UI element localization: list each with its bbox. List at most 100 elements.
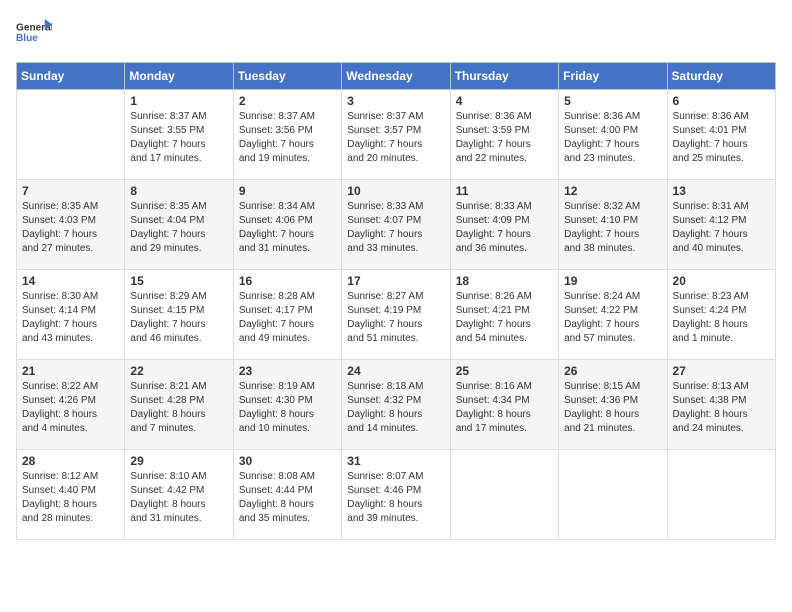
calendar-cell: [559, 450, 667, 540]
calendar-cell: 14 Sunrise: 8:30 AMSunset: 4:14 PMDayligh…: [17, 270, 125, 360]
day-number: 29: [130, 454, 227, 468]
calendar-cell: 2 Sunrise: 8:37 AMSunset: 3:56 PMDaylight…: [233, 90, 341, 180]
calendar-cell: 5Sunrise: 8:36 AMSunset: 4:00 PMDaylight…: [559, 90, 667, 180]
day-number: 3: [347, 94, 444, 108]
calendar-cell: 4 Sunrise: 8:36 AMSunset: 3:59 PMDaylight…: [450, 90, 558, 180]
day-info: Sunrise: 8:19 AMSunset: 4:30 PMDaylight:…: [239, 380, 336, 436]
day-info: Sunrise: 8:24 AMSunset: 4:22 PMDaylight:…: [564, 290, 661, 346]
day-info: Sunrise: 8:29 AMSunset: 4:15 PMDaylight:…: [130, 290, 227, 346]
calendar-cell: 10 Sunrise: 8:33 AMSunset: 4:07 PMDayligh…: [342, 180, 450, 270]
calendar-cell: 3 Sunrise: 8:37 AMSunset: 3:57 PMDaylight…: [342, 90, 450, 180]
calendar-cell: 15 Sunrise: 8:29 AMSunset: 4:15 PMDayligh…: [125, 270, 233, 360]
day-info: Sunrise: 8:31 AMSunset: 4:12 PMDaylight:…: [673, 200, 770, 256]
day-header-saturday: Saturday: [667, 63, 775, 90]
day-number: 25: [456, 364, 553, 378]
day-header-friday: Friday: [559, 63, 667, 90]
day-info: Sunrise: 8:13 AMSunset: 4:38 PMDaylight:…: [673, 380, 770, 436]
calendar-cell: 30 Sunrise: 8:08 AMSunset: 4:44 PMDayligh…: [233, 450, 341, 540]
calendar-cell: 24 Sunrise: 8:18 AMSunset: 4:32 PMDayligh…: [342, 360, 450, 450]
day-header-tuesday: Tuesday: [233, 63, 341, 90]
calendar-cell: 9 Sunrise: 8:34 AMSunset: 4:06 PMDaylight…: [233, 180, 341, 270]
day-info: Sunrise: 8:10 AMSunset: 4:42 PMDaylight:…: [130, 470, 227, 526]
day-number: 30: [239, 454, 336, 468]
calendar-cell: 16 Sunrise: 8:28 AMSunset: 4:17 PMDayligh…: [233, 270, 341, 360]
calendar-cell: 12Sunrise: 8:32 AMSunset: 4:10 PMDayligh…: [559, 180, 667, 270]
calendar-cell: 11 Sunrise: 8:33 AMSunset: 4:09 PMDayligh…: [450, 180, 558, 270]
day-number: 11: [456, 184, 553, 198]
day-info: Sunrise: 8:18 AMSunset: 4:32 PMDaylight:…: [347, 380, 444, 436]
day-number: 4: [456, 94, 553, 108]
day-number: 2: [239, 94, 336, 108]
calendar-cell: 28 Sunrise: 8:12 AMSunset: 4:40 PMDayligh…: [17, 450, 125, 540]
day-number: 16: [239, 274, 336, 288]
day-number: 9: [239, 184, 336, 198]
logo: General Blue: [16, 16, 52, 52]
day-header-wednesday: Wednesday: [342, 63, 450, 90]
day-info: Sunrise: 8:35 AMSunset: 4:03 PMDaylight:…: [22, 200, 119, 256]
day-number: 15: [130, 274, 227, 288]
day-number: 31: [347, 454, 444, 468]
day-number: 21: [22, 364, 119, 378]
day-number: 8: [130, 184, 227, 198]
calendar-cell: [450, 450, 558, 540]
day-number: 19: [564, 274, 661, 288]
day-header-sunday: Sunday: [17, 63, 125, 90]
day-header-monday: Monday: [125, 63, 233, 90]
day-number: 20: [673, 274, 770, 288]
day-number: 14: [22, 274, 119, 288]
day-number: 1: [130, 94, 227, 108]
day-info: Sunrise: 8:37 AMSunset: 3:57 PMDaylight:…: [347, 110, 444, 166]
calendar-cell: [17, 90, 125, 180]
calendar-week-4: 21Sunrise: 8:22 AMSunset: 4:26 PMDayligh…: [17, 360, 776, 450]
calendar-cell: 22 Sunrise: 8:21 AMSunset: 4:28 PMDayligh…: [125, 360, 233, 450]
day-info: Sunrise: 8:21 AMSunset: 4:28 PMDaylight:…: [130, 380, 227, 436]
day-number: 26: [564, 364, 661, 378]
calendar-week-5: 28 Sunrise: 8:12 AMSunset: 4:40 PMDayligh…: [17, 450, 776, 540]
calendar-cell: 19 Sunrise: 8:24 AMSunset: 4:22 PMDayligh…: [559, 270, 667, 360]
day-info: Sunrise: 8:15 AMSunset: 4:36 PMDaylight:…: [564, 380, 661, 436]
day-number: 18: [456, 274, 553, 288]
day-number: 10: [347, 184, 444, 198]
day-info: Sunrise: 8:16 AMSunset: 4:34 PMDaylight:…: [456, 380, 553, 436]
day-info: Sunrise: 8:23 AMSunset: 4:24 PMDaylight:…: [673, 290, 770, 346]
day-info: Sunrise: 8:34 AMSunset: 4:06 PMDaylight:…: [239, 200, 336, 256]
day-number: 24: [347, 364, 444, 378]
day-number: 17: [347, 274, 444, 288]
calendar-cell: 21Sunrise: 8:22 AMSunset: 4:26 PMDayligh…: [17, 360, 125, 450]
day-info: Sunrise: 8:37 AMSunset: 3:56 PMDaylight:…: [239, 110, 336, 166]
calendar-cell: 23 Sunrise: 8:19 AMSunset: 4:30 PMDayligh…: [233, 360, 341, 450]
calendar-cell: 7 Sunrise: 8:35 AMSunset: 4:03 PMDaylight…: [17, 180, 125, 270]
calendar-week-3: 14 Sunrise: 8:30 AMSunset: 4:14 PMDayligh…: [17, 270, 776, 360]
day-info: Sunrise: 8:30 AMSunset: 4:14 PMDaylight:…: [22, 290, 119, 346]
day-info: Sunrise: 8:33 AMSunset: 4:07 PMDaylight:…: [347, 200, 444, 256]
calendar-cell: 8Sunrise: 8:35 AMSunset: 4:04 PMDaylight…: [125, 180, 233, 270]
day-info: Sunrise: 8:28 AMSunset: 4:17 PMDaylight:…: [239, 290, 336, 346]
day-number: 12: [564, 184, 661, 198]
calendar-week-2: 7 Sunrise: 8:35 AMSunset: 4:03 PMDaylight…: [17, 180, 776, 270]
calendar-cell: 13 Sunrise: 8:31 AMSunset: 4:12 PMDayligh…: [667, 180, 775, 270]
day-number: 13: [673, 184, 770, 198]
day-info: Sunrise: 8:27 AMSunset: 4:19 PMDaylight:…: [347, 290, 444, 346]
calendar-cell: 1 Sunrise: 8:37 AMSunset: 3:55 PMDaylight…: [125, 90, 233, 180]
calendar-cell: 17 Sunrise: 8:27 AMSunset: 4:19 PMDayligh…: [342, 270, 450, 360]
day-number: 6: [673, 94, 770, 108]
day-number: 27: [673, 364, 770, 378]
day-info: Sunrise: 8:37 AMSunset: 3:55 PMDaylight:…: [130, 110, 227, 166]
calendar-cell: 18Sunrise: 8:26 AMSunset: 4:21 PMDayligh…: [450, 270, 558, 360]
calendar-week-1: 1 Sunrise: 8:37 AMSunset: 3:55 PMDaylight…: [17, 90, 776, 180]
calendar-cell: 25 Sunrise: 8:16 AMSunset: 4:34 PMDayligh…: [450, 360, 558, 450]
svg-text:Blue: Blue: [16, 33, 38, 44]
day-number: 7: [22, 184, 119, 198]
day-info: Sunrise: 8:33 AMSunset: 4:09 PMDaylight:…: [456, 200, 553, 256]
calendar-cell: 29 Sunrise: 8:10 AMSunset: 4:42 PMDayligh…: [125, 450, 233, 540]
logo-bird-icon: General Blue: [16, 16, 52, 52]
day-number: 28: [22, 454, 119, 468]
day-info: Sunrise: 8:12 AMSunset: 4:40 PMDaylight:…: [22, 470, 119, 526]
day-info: Sunrise: 8:08 AMSunset: 4:44 PMDaylight:…: [239, 470, 336, 526]
day-info: Sunrise: 8:36 AMSunset: 3:59 PMDaylight:…: [456, 110, 553, 166]
page-header: General Blue: [16, 16, 776, 52]
day-number: 22: [130, 364, 227, 378]
calendar-cell: 6Sunrise: 8:36 AMSunset: 4:01 PMDaylight…: [667, 90, 775, 180]
calendar-cell: [667, 450, 775, 540]
day-number: 23: [239, 364, 336, 378]
